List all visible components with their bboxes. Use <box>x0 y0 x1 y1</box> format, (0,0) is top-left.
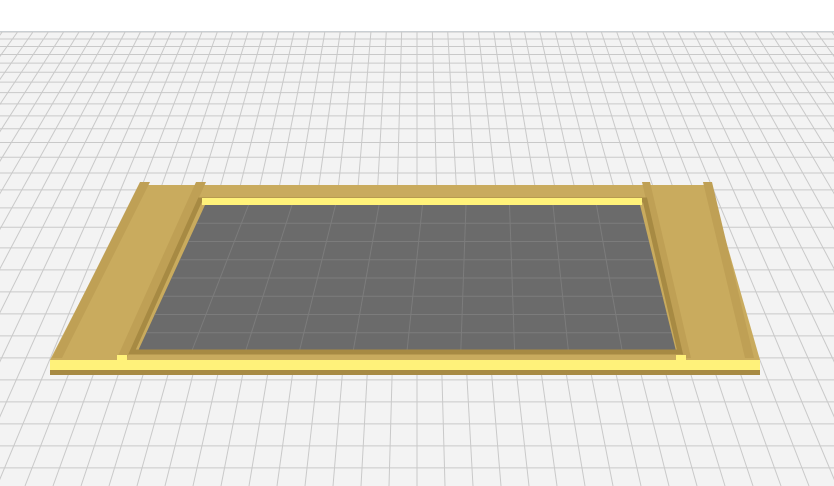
left-front-block <box>117 355 127 362</box>
3d-model[interactable] <box>50 182 760 375</box>
right-front-block <box>676 355 686 362</box>
scene-canvas[interactable] <box>0 0 834 486</box>
3d-viewport[interactable] <box>0 0 834 486</box>
front-face <box>50 370 760 375</box>
front-edge <box>50 360 760 370</box>
top-edge <box>202 198 642 205</box>
